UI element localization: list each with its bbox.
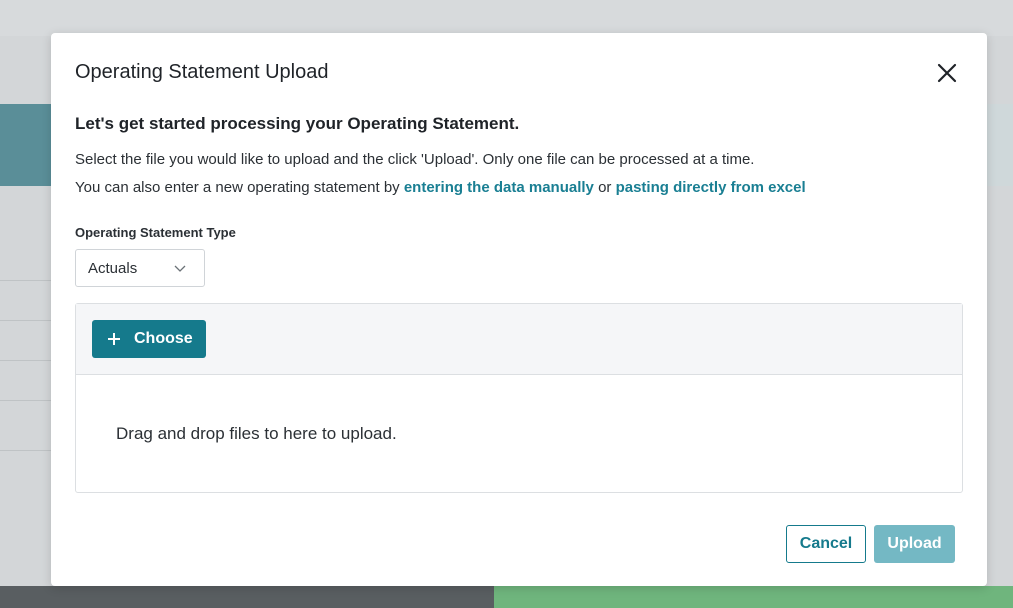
modal-title: Operating Statement Upload: [75, 61, 329, 83]
upload-button[interactable]: Upload: [874, 525, 955, 563]
choose-file-button[interactable]: Choose: [92, 320, 206, 358]
statement-type-value: Actuals: [88, 260, 138, 277]
background-right-panel: [987, 104, 1013, 186]
upload-toolbar: Choose: [76, 304, 962, 375]
background-divider: [0, 400, 52, 401]
statement-type-label: Operating Statement Type: [75, 225, 236, 240]
upload-modal: Operating Statement Upload Let's get sta…: [51, 33, 987, 586]
cancel-button[interactable]: Cancel: [786, 525, 866, 563]
background-divider: [0, 360, 52, 361]
description-line-1: Select the file you would like to upload…: [75, 151, 755, 168]
background-teal-panel: [0, 104, 52, 186]
description-mid: or: [598, 179, 612, 196]
paste-from-excel-link[interactable]: pasting directly from excel: [616, 179, 806, 196]
drop-instructions: Drag and drop files to here to upload.: [116, 424, 397, 443]
close-icon: [937, 63, 957, 83]
description-prefix: You can also enter a new operating state…: [75, 179, 400, 196]
background-footer-green: [494, 586, 1013, 608]
file-upload-dropzone[interactable]: Choose Drag and drop files to here to up…: [75, 303, 963, 493]
background-header: [0, 0, 1013, 36]
background-divider: [0, 450, 52, 451]
statement-type-select[interactable]: Actuals: [75, 249, 205, 287]
plus-icon: [108, 333, 120, 345]
choose-file-label: Choose: [134, 330, 193, 347]
enter-manually-link[interactable]: entering the data manually: [404, 179, 594, 196]
background-divider: [0, 320, 52, 321]
chevron-down-icon: [174, 265, 186, 272]
description-line-2: You can also enter a new operating state…: [75, 179, 806, 196]
background-footer-dark: [0, 586, 494, 608]
close-button[interactable]: [935, 61, 959, 85]
modal-heading: Let's get started processing your Operat…: [75, 114, 520, 133]
background-divider: [0, 280, 52, 281]
